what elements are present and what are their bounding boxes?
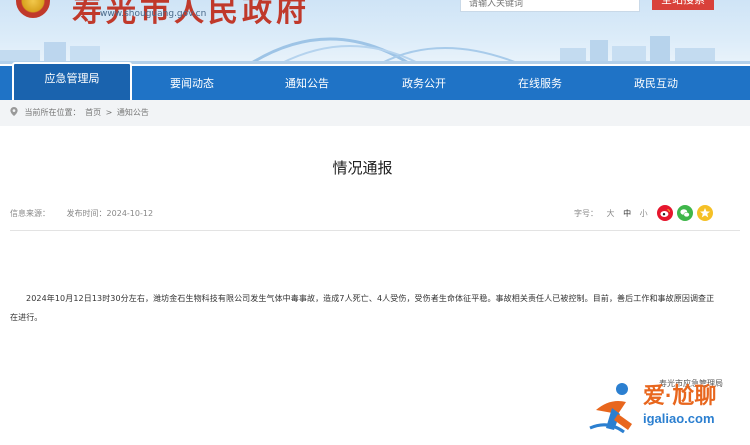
breadcrumb-current[interactable]: 通知公告 bbox=[117, 108, 149, 117]
article-title: 情况通报 bbox=[332, 159, 393, 177]
qzone-icon[interactable] bbox=[697, 205, 713, 221]
publish-date: 2024-10-12 bbox=[106, 209, 154, 218]
running-figure-logo-icon bbox=[589, 383, 632, 434]
breadcrumb: 当前所在位置： 首页 > 通知公告 bbox=[10, 107, 151, 118]
search-box bbox=[460, 0, 640, 13]
font-size-label: 字号： bbox=[574, 209, 598, 218]
meta-divider bbox=[10, 230, 740, 231]
nav-item-emergency-bureau[interactable]: 应急管理局 bbox=[12, 62, 132, 100]
font-small-button[interactable]: 小 bbox=[640, 209, 648, 218]
nav-item-online-services[interactable]: 在线服务 bbox=[490, 66, 590, 100]
bridge-skyline-illustration bbox=[0, 36, 750, 64]
nav-item-notices[interactable]: 通知公告 bbox=[257, 66, 357, 100]
igaliao-watermark: 爱·尬聊 igaliao.com bbox=[588, 378, 748, 438]
search-button[interactable]: 全站搜索 bbox=[652, 0, 714, 10]
breadcrumb-home-link[interactable]: 首页 bbox=[85, 108, 101, 117]
font-large-button[interactable]: 大 bbox=[607, 209, 615, 218]
breadcrumb-bar: 当前所在位置： 首页 > 通知公告 bbox=[0, 100, 750, 126]
nav-item-news[interactable]: 要闻动态 bbox=[142, 66, 242, 100]
header-banner: 寿光市人民政府 www.shouguang.gov.cn 全站搜索 bbox=[0, 0, 750, 64]
watermark-url-text: igaliao.com bbox=[643, 411, 715, 426]
main-nav: 应急管理局 要闻动态 通知公告 政务公开 在线服务 政民互动 bbox=[0, 62, 750, 100]
location-pin-icon bbox=[10, 107, 18, 116]
source-label: 信息来源： bbox=[10, 209, 50, 218]
font-size-controls: 字号： 大 中 小 bbox=[574, 208, 654, 219]
search-input[interactable] bbox=[461, 0, 639, 13]
article-body: 2024年10月12日13时30分左右，潍坊金石生物科技有限公司发生气体中毒事故… bbox=[10, 294, 715, 322]
date-label: 发布时间：2024-10-12 bbox=[67, 209, 154, 218]
breadcrumb-separator: > bbox=[105, 108, 113, 117]
breadcrumb-prefix: 当前所在位置： bbox=[24, 108, 81, 117]
wechat-icon[interactable] bbox=[677, 205, 693, 221]
weibo-icon[interactable] bbox=[657, 205, 673, 221]
national-emblem-logo[interactable] bbox=[16, 0, 50, 18]
article-meta: 信息来源： 发布时间：2024-10-12 bbox=[10, 208, 167, 219]
watermark-brand-text: 爱·尬聊 bbox=[643, 383, 717, 408]
date-label-text: 发布时间： bbox=[66, 209, 107, 218]
site-url: www.shouguang.gov.cn bbox=[100, 9, 207, 19]
nav-item-interaction[interactable]: 政民互动 bbox=[606, 66, 706, 100]
nav-item-gov-disclosure[interactable]: 政务公开 bbox=[374, 66, 474, 100]
font-medium-button[interactable]: 中 bbox=[623, 209, 631, 218]
